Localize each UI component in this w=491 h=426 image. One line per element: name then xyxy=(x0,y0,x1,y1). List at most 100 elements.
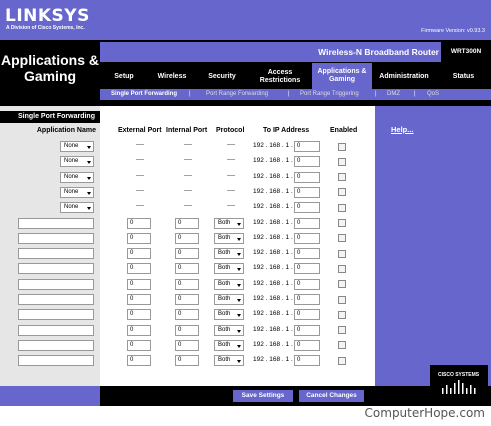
ip-last-octet-input[interactable]: 0 xyxy=(294,355,320,367)
internal-port-input[interactable]: 0 xyxy=(175,294,199,305)
tab-security[interactable]: Security xyxy=(196,65,248,89)
enabled-checkbox[interactable] xyxy=(338,249,346,258)
internal-port-input[interactable]: 0 xyxy=(175,324,199,336)
internal-port-input[interactable]: 0 xyxy=(175,217,199,229)
application-name-input[interactable] xyxy=(18,278,94,290)
application-select[interactable]: None xyxy=(60,202,94,214)
application-name-input[interactable] xyxy=(18,355,94,367)
external-port-input[interactable]: 0 xyxy=(127,217,151,229)
application-name-input[interactable] xyxy=(18,232,94,244)
protocol-select[interactable]: Both xyxy=(214,232,244,244)
ip-last-octet-input[interactable]: 0 xyxy=(294,202,320,214)
application-name-input[interactable] xyxy=(18,324,94,336)
tab-administration[interactable]: Administration xyxy=(372,65,436,89)
protocol-select[interactable]: Both xyxy=(214,339,244,351)
enabled-checkbox[interactable] xyxy=(338,173,346,182)
tab-wireless[interactable]: Wireless xyxy=(148,65,196,89)
application-select[interactable]: None xyxy=(60,171,94,183)
external-port-placeholder: ---- xyxy=(136,203,144,210)
application-name-input[interactable] xyxy=(18,309,94,321)
protocol-select[interactable]: Both xyxy=(214,294,244,305)
external-port-input[interactable]: 0 xyxy=(127,248,151,260)
application-select[interactable]: None xyxy=(60,186,94,198)
enabled-checkbox[interactable] xyxy=(338,142,346,151)
ip-last-octet-input[interactable]: 0 xyxy=(294,171,320,183)
external-port-input[interactable]: 0 xyxy=(127,294,151,305)
enabled-checkbox[interactable] xyxy=(338,203,346,212)
ip-last-octet-input[interactable]: 0 xyxy=(294,324,320,336)
protocol-select[interactable]: Both xyxy=(214,278,244,290)
protocol-select-value: Both xyxy=(218,296,231,302)
internal-port-input[interactable]: 0 xyxy=(175,278,199,290)
ip-last-octet-input[interactable]: 0 xyxy=(294,294,320,305)
tab-setup[interactable]: Setup xyxy=(100,65,148,89)
application-name-input[interactable] xyxy=(18,263,94,275)
ip-last-octet-input[interactable]: 0 xyxy=(294,232,320,244)
internal-port-input[interactable]: 0 xyxy=(175,355,199,367)
external-port-placeholder: ---- xyxy=(136,157,144,164)
external-port-input[interactable]: 0 xyxy=(127,324,151,336)
enabled-checkbox[interactable] xyxy=(338,310,346,319)
ip-last-octet-input[interactable]: 0 xyxy=(294,309,320,321)
application-name-input[interactable] xyxy=(18,339,94,351)
subnav: Single Port Forwarding | Port Range Forw… xyxy=(100,89,491,100)
external-port-input[interactable]: 0 xyxy=(127,278,151,290)
enabled-checkbox[interactable] xyxy=(338,234,346,243)
internal-port-input[interactable]: 0 xyxy=(175,248,199,260)
internal-port-input[interactable]: 0 xyxy=(175,309,199,321)
save-settings-button[interactable]: Save Settings xyxy=(233,390,293,402)
subnav-port-range-triggering[interactable]: Port Range Triggering xyxy=(300,91,359,97)
ip-last-octet-input[interactable]: 0 xyxy=(294,278,320,290)
protocol-select[interactable]: Both xyxy=(214,217,244,229)
bottom-left-block xyxy=(0,386,100,406)
enabled-checkbox[interactable] xyxy=(338,157,346,166)
enabled-checkbox[interactable] xyxy=(338,219,346,227)
application-name-input[interactable] xyxy=(18,248,94,260)
subnav-single-port-forwarding[interactable]: Single Port Forwarding xyxy=(111,91,177,97)
protocol-select[interactable]: Both xyxy=(214,263,244,275)
application-name-input[interactable] xyxy=(18,217,94,229)
protocol-select-value: Both xyxy=(218,250,231,257)
enabled-checkbox[interactable] xyxy=(338,188,346,197)
subnav-port-range-forwarding[interactable]: Port Range Forwarding xyxy=(206,91,268,97)
ip-last-octet-input[interactable]: 0 xyxy=(294,156,320,168)
cisco-bridge-icon xyxy=(442,380,476,394)
ip-last-octet-input[interactable]: 0 xyxy=(294,141,320,152)
help-link[interactable]: Help... xyxy=(391,125,414,134)
internal-port-input[interactable]: 0 xyxy=(175,263,199,275)
external-port-input[interactable]: 0 xyxy=(127,232,151,244)
application-select[interactable]: None xyxy=(60,156,94,168)
tab-applications-gaming[interactable]: Applications & Gaming xyxy=(312,63,372,89)
protocol-select[interactable]: Both xyxy=(214,248,244,260)
subnav-qos[interactable]: QoS xyxy=(427,91,439,97)
external-port-input[interactable]: 0 xyxy=(127,263,151,275)
internal-port-input[interactable]: 0 xyxy=(175,339,199,351)
internal-port-input[interactable]: 0 xyxy=(175,232,199,244)
tab-status[interactable]: Status xyxy=(436,65,491,89)
protocol-select[interactable]: Both xyxy=(214,355,244,367)
external-port-header: External Port xyxy=(118,127,162,134)
external-port-input[interactable]: 0 xyxy=(127,309,151,321)
application-select[interactable]: None xyxy=(60,141,94,152)
application-name-input[interactable] xyxy=(18,294,94,305)
enabled-checkbox[interactable] xyxy=(338,295,346,304)
dropdown-arrow-icon xyxy=(87,161,91,165)
subnav-dmz[interactable]: DMZ xyxy=(387,91,400,97)
enabled-checkbox[interactable] xyxy=(338,280,346,289)
external-port-input[interactable]: 0 xyxy=(127,355,151,367)
enabled-checkbox[interactable] xyxy=(338,341,346,350)
dropdown-arrow-icon xyxy=(237,344,241,348)
ip-last-octet-input[interactable]: 0 xyxy=(294,263,320,275)
cancel-changes-button[interactable]: Cancel Changes xyxy=(299,390,364,402)
ip-last-octet-input[interactable]: 0 xyxy=(294,248,320,260)
enabled-checkbox[interactable] xyxy=(338,326,346,335)
protocol-select[interactable]: Both xyxy=(214,324,244,336)
ip-last-octet-input[interactable]: 0 xyxy=(294,186,320,198)
ip-last-octet-input[interactable]: 0 xyxy=(294,217,320,229)
protocol-select[interactable]: Both xyxy=(214,309,244,321)
enabled-checkbox[interactable] xyxy=(338,264,346,273)
ip-last-octet-input[interactable]: 0 xyxy=(294,339,320,351)
tab-access-restrictions[interactable]: Access Restrictions xyxy=(248,65,312,89)
enabled-checkbox[interactable] xyxy=(338,356,346,365)
external-port-input[interactable]: 0 xyxy=(127,339,151,351)
